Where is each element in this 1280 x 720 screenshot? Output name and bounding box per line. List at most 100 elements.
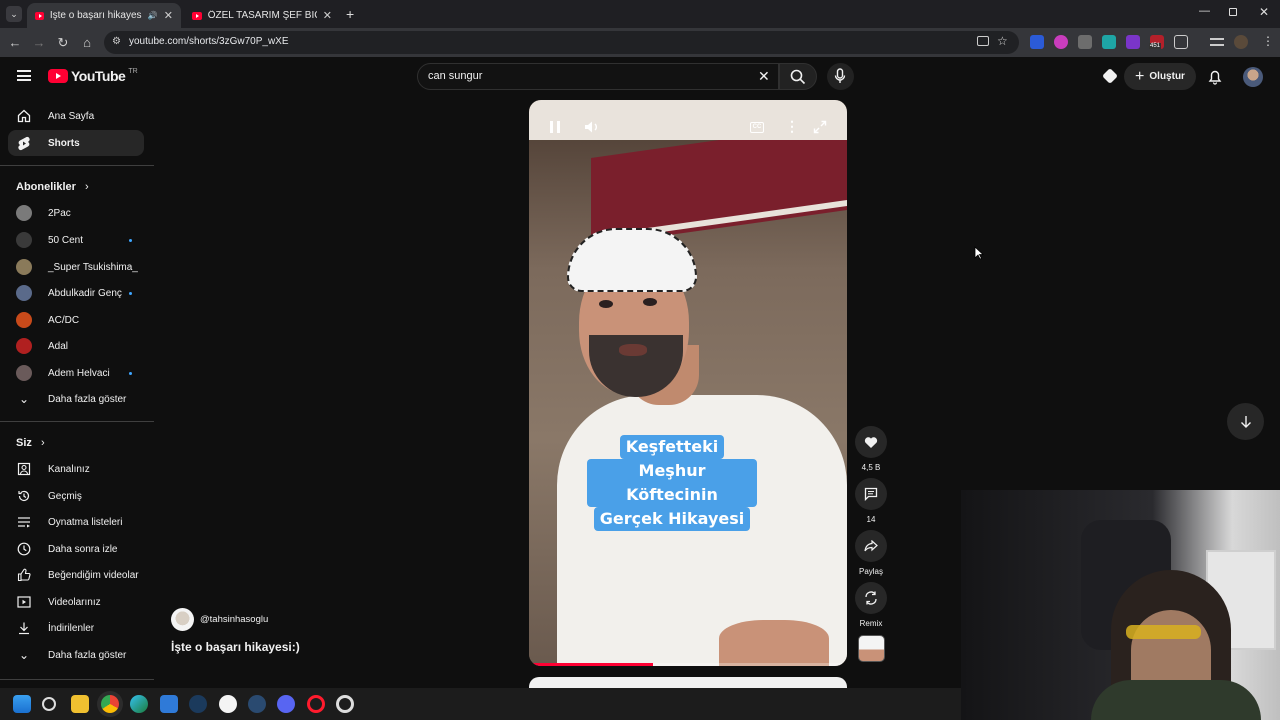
extension-icon[interactable]	[1054, 35, 1068, 49]
sidebar-item-subscription[interactable]: Adal	[8, 333, 144, 359]
profile-avatar[interactable]	[1234, 35, 1248, 49]
shorts-icon	[16, 135, 32, 151]
yandex-icon[interactable]	[219, 695, 237, 713]
extension-icon[interactable]: 451	[1149, 35, 1164, 49]
sidebar-item-downloads[interactable]: İndirilenler	[8, 615, 144, 641]
store-icon[interactable]	[160, 695, 178, 713]
new-tab-button[interactable]: +	[346, 6, 354, 22]
clear-search-icon[interactable]: ✕	[758, 68, 770, 85]
sidebar-item-label: _Super Tsukishima_	[48, 261, 138, 273]
sidebar-item-your-videos[interactable]: Videolarınız	[8, 589, 144, 615]
opera-icon[interactable]	[307, 695, 325, 713]
webcam-overlay	[961, 490, 1280, 720]
chrome-icon[interactable]	[101, 695, 119, 713]
extension-icon[interactable]	[1078, 35, 1092, 49]
sidebar-item-liked-videos[interactable]: Beğendiğim videolar	[8, 562, 144, 588]
subscriptions-heading[interactable]: Abonelikler ›	[16, 181, 89, 193]
shorts-video-player[interactable]: Keşfetteki Meşhur Köftecinin Gerçek Hika…	[529, 100, 847, 666]
close-tab-icon[interactable]: ✕	[323, 9, 332, 22]
share-button[interactable]	[855, 530, 887, 562]
show-more-subscriptions[interactable]: ⌄ Daha fazla göster	[8, 386, 144, 412]
reload-icon[interactable]: ↻	[54, 34, 72, 52]
next-short-peek[interactable]	[529, 677, 847, 688]
you-heading[interactable]: Siz ›	[16, 437, 45, 449]
extension-icon[interactable]	[1126, 35, 1140, 49]
notifications-bell-icon[interactable]	[1207, 69, 1223, 85]
windows-start-icon[interactable]	[13, 695, 31, 713]
sidebar-item-watch-later[interactable]: Daha sonra izle	[8, 536, 144, 562]
remix-button[interactable]	[855, 582, 887, 614]
edge-icon[interactable]	[130, 695, 148, 713]
like-button[interactable]	[855, 426, 887, 458]
minimize-icon[interactable]: —	[1199, 5, 1210, 17]
forward-icon[interactable]: →	[30, 34, 48, 52]
tab-title: ÖZEL TASARIM ŞEF BIÇAĞINI N	[207, 10, 317, 21]
site-info-icon[interactable]: ⚙	[112, 36, 121, 47]
volume-icon[interactable]	[584, 120, 600, 134]
sidebar-item-label: Daha fazla göster	[48, 393, 127, 405]
channel-avatar[interactable]	[171, 608, 194, 631]
tab-search-icon[interactable]: ⌄	[6, 6, 22, 22]
sidebar-item-home[interactable]: Ana Sayfa	[8, 103, 144, 129]
search-icon[interactable]	[42, 697, 56, 711]
browser-menu-icon[interactable]: ⋮	[1262, 34, 1274, 48]
browser-tab[interactable]: ÖZEL TASARIM ŞEF BIÇAĞINI N ✕	[184, 3, 340, 28]
sidebar-item-subscription[interactable]: 50 Cent	[8, 227, 144, 253]
comments-button[interactable]	[855, 478, 887, 510]
show-more-you[interactable]: ⌄ Daha fazla göster	[8, 642, 144, 668]
gemini-icon[interactable]	[1102, 68, 1118, 84]
reading-list-icon[interactable]	[1210, 38, 1224, 46]
steam-icon[interactable]	[189, 695, 207, 713]
steam-icon[interactable]	[248, 695, 266, 713]
back-icon[interactable]: ←	[6, 34, 24, 52]
more-options-icon[interactable]: ⋮	[785, 118, 799, 135]
voice-search-button[interactable]	[827, 63, 854, 90]
search-input[interactable]	[428, 70, 748, 82]
channel-handle[interactable]: @tahsinhasoglu	[200, 614, 268, 625]
sound-thumbnail[interactable]	[858, 635, 885, 662]
closed-captions-icon[interactable]: CC	[750, 122, 764, 133]
sidebar-item-playlists[interactable]: Oynatma listeleri	[8, 509, 144, 535]
new-content-dot	[129, 371, 132, 375]
home-icon[interactable]: ⌂	[78, 34, 96, 52]
extensions-puzzle-icon[interactable]	[1174, 35, 1188, 49]
create-label: Oluştur	[1149, 71, 1185, 82]
address-bar[interactable]: ⚙ youtube.com/shorts/3zGw70P_wXE ☆	[104, 31, 1019, 54]
sidebar-item-history[interactable]: Geçmiş	[8, 483, 144, 509]
close-window-icon[interactable]: ✕	[1259, 5, 1269, 19]
close-tab-icon[interactable]: ✕	[164, 9, 173, 22]
next-short-button[interactable]	[1227, 403, 1264, 440]
discord-icon[interactable]	[277, 695, 295, 713]
create-button[interactable]: + Oluştur	[1124, 63, 1196, 90]
browser-tab-active[interactable]: İşte o başarı hikayesi:) - You 🔊 ✕	[27, 3, 181, 28]
pause-icon[interactable]	[550, 121, 560, 133]
short-title[interactable]: İşte o başarı hikayesi:)	[171, 640, 300, 654]
progress-track[interactable]	[529, 663, 847, 666]
sidebar-item-subscription[interactable]: Adem Helvaci	[8, 360, 144, 386]
sidebar-item-subscription[interactable]: AC/DC	[8, 307, 144, 333]
install-app-icon[interactable]	[977, 36, 989, 46]
sidebar-item-subscription[interactable]: 2Pac	[8, 200, 144, 226]
sidebar-item-your-channel[interactable]: Kanalınız	[8, 456, 144, 482]
search-button[interactable]	[779, 63, 817, 90]
restore-icon[interactable]	[1229, 8, 1237, 16]
search-box[interactable]: ✕	[417, 63, 779, 90]
bookmark-star-icon[interactable]: ☆	[997, 34, 1008, 48]
extension-icon[interactable]	[1030, 35, 1044, 49]
sidebar-item-shorts[interactable]: Shorts	[8, 130, 144, 156]
youtube-favicon-icon	[192, 11, 202, 20]
opera-gx-icon[interactable]	[336, 695, 354, 713]
fullscreen-icon[interactable]	[813, 120, 827, 134]
history-icon	[16, 488, 32, 504]
clock-icon	[16, 541, 32, 557]
extension-icon[interactable]	[1102, 35, 1116, 49]
sidebar-item-subscription[interactable]: Abdulkadir Genç	[8, 280, 144, 306]
progress-fill	[529, 663, 654, 666]
account-avatar[interactable]	[1243, 67, 1263, 87]
comment-icon	[864, 487, 878, 501]
file-explorer-icon[interactable]	[71, 695, 89, 713]
heart-icon	[864, 436, 878, 448]
sidebar-item-subscription[interactable]: _Super Tsukishima_	[8, 254, 144, 280]
you-title: Siz	[16, 437, 32, 449]
windows-taskbar	[0, 688, 961, 720]
